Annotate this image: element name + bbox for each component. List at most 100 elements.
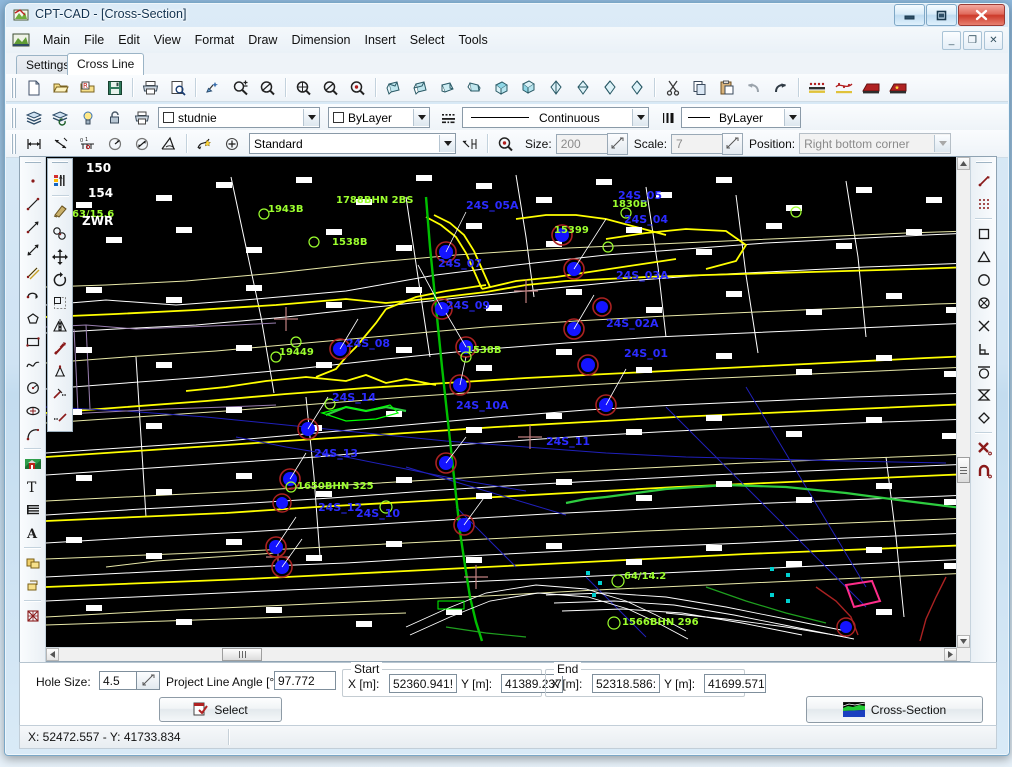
hole-size-spinner[interactable] — [136, 671, 160, 690]
dim-radius-icon[interactable] — [102, 132, 127, 156]
zoom-target-icon[interactable] — [493, 132, 518, 156]
canvas-vertical-scrollbar[interactable] — [956, 157, 970, 648]
scroll-right-arrow[interactable] — [944, 648, 957, 661]
tab-cross-line[interactable]: Cross Line — [67, 53, 145, 75]
view-iso-1-icon[interactable] — [543, 76, 568, 100]
layer-combobox[interactable]: studnie — [158, 107, 320, 128]
dim-aligned-icon[interactable] — [48, 132, 73, 156]
osnap-diamond-icon[interactable] — [972, 406, 995, 429]
end-y-input[interactable]: 41699.571! — [704, 674, 766, 693]
mirror-icon[interactable] — [49, 314, 72, 337]
maximize-button[interactable] — [926, 4, 957, 26]
copy-object-icon[interactable] — [49, 222, 72, 245]
ray-icon[interactable] — [21, 215, 44, 238]
canvas-horizontal-scrollbar[interactable] — [46, 647, 957, 661]
copy-icon[interactable] — [687, 76, 712, 100]
menu-item-select[interactable]: Select — [403, 30, 452, 50]
start-x-input[interactable]: 52360.941! — [389, 674, 457, 693]
save-icon[interactable] — [102, 76, 127, 100]
scroll-thumb[interactable] — [222, 648, 262, 661]
lightbulb-icon[interactable] — [75, 106, 100, 130]
point-icon[interactable] — [21, 169, 44, 192]
menu-item-file[interactable]: File — [77, 30, 111, 50]
region-icon[interactable] — [21, 604, 44, 627]
hatch-icon[interactable] — [21, 452, 44, 475]
dimension-style-combobox[interactable]: Standard — [249, 133, 456, 154]
select-button[interactable]: Select — [159, 697, 282, 722]
osnap-nearest-icon[interactable] — [972, 459, 995, 482]
toolbar-grip[interactable] — [52, 160, 68, 166]
zoom-realtime-icon[interactable] — [345, 76, 370, 100]
menu-item-draw[interactable]: Draw — [241, 30, 284, 50]
dim-update-icon[interactable] — [457, 132, 482, 156]
dim-diameter-icon[interactable] — [129, 132, 154, 156]
arc-icon[interactable] — [21, 422, 44, 445]
erase-icon[interactable] — [49, 199, 72, 222]
menu-item-dimension[interactable]: Dimension — [284, 30, 357, 50]
chevron-down-icon[interactable] — [632, 109, 648, 126]
minimize-button[interactable] — [894, 4, 925, 26]
block-icon[interactable] — [21, 551, 44, 574]
view-iso-4-icon[interactable] — [624, 76, 649, 100]
cad-drawing[interactable]: 63/15.6 1943B 1788BHN 2BS 1830B 15399 15… — [46, 157, 957, 648]
close-button[interactable] — [958, 4, 1005, 26]
profile-curve-icon[interactable] — [831, 76, 856, 100]
size-spinner[interactable] — [606, 132, 628, 155]
dim-angular-icon[interactable] — [156, 132, 181, 156]
scale-input[interactable]: 7 — [671, 133, 724, 154]
cad-canvas[interactable]: 63/15.6 1943B 1788BHN 2BS 1830B 15399 15… — [46, 157, 970, 661]
rotate-icon[interactable] — [49, 268, 72, 291]
linetype-combobox[interactable]: Continuous — [462, 107, 649, 128]
size-input[interactable]: 200 — [555, 133, 608, 154]
snap-grid-icon[interactable] — [972, 192, 995, 215]
view-3d-nw-icon[interactable] — [462, 76, 487, 100]
chevron-down-icon[interactable] — [784, 109, 800, 126]
chevron-down-icon[interactable] — [303, 109, 319, 126]
unlock-icon[interactable] — [102, 106, 127, 130]
cut-icon[interactable] — [660, 76, 685, 100]
color-combobox[interactable]: ByLayer — [328, 107, 430, 128]
scroll-up-arrow[interactable] — [957, 157, 970, 170]
insert-block-icon[interactable] — [21, 574, 44, 597]
zoom-previous-icon[interactable] — [318, 76, 343, 100]
lineweight-icon[interactable] — [655, 106, 680, 130]
scroll-left-arrow[interactable] — [46, 648, 59, 661]
view-3d-top-icon[interactable] — [489, 76, 514, 100]
scroll-thumb[interactable] — [957, 457, 970, 483]
dim-tolerance-icon[interactable] — [219, 132, 244, 156]
plot-icon[interactable] — [129, 106, 154, 130]
toolbar-grip[interactable] — [24, 160, 41, 166]
end-x-input[interactable]: 52318.586: — [592, 674, 660, 693]
profile-points-icon[interactable] — [804, 76, 829, 100]
view-3d-bottom-icon[interactable] — [516, 76, 541, 100]
scroll-down-arrow[interactable] — [957, 635, 970, 648]
print-icon[interactable] — [138, 76, 163, 100]
undo-icon[interactable] — [741, 76, 766, 100]
view-iso-3-icon[interactable] — [597, 76, 622, 100]
line-icon[interactable] — [21, 192, 44, 215]
text-style-icon[interactable]: A — [21, 521, 44, 544]
chevron-down-icon[interactable] — [439, 135, 455, 152]
text-icon[interactable]: T — [21, 475, 44, 498]
rectangle-icon[interactable] — [21, 330, 44, 353]
menu-item-format[interactable]: Format — [188, 30, 242, 50]
menu-item-view[interactable]: View — [147, 30, 188, 50]
extend-icon[interactable] — [49, 406, 72, 429]
mdi-minimize-button[interactable]: _ — [942, 31, 961, 50]
spline-icon[interactable] — [21, 353, 44, 376]
print-preview-icon[interactable] — [165, 76, 190, 100]
cross-section-button[interactable]: Cross-Section — [806, 696, 983, 723]
osnap-square-icon[interactable] — [972, 222, 995, 245]
zoom-out-icon[interactable] — [255, 76, 280, 100]
osnap-tangent-icon[interactable] — [972, 360, 995, 383]
array-icon[interactable] — [49, 360, 72, 383]
chevron-down-icon[interactable] — [413, 109, 429, 126]
zoom-window-icon[interactable] — [228, 76, 253, 100]
layers-icon[interactable] — [21, 106, 46, 130]
view-3d-se-icon[interactable] — [381, 76, 406, 100]
osnap-none-icon[interactable] — [972, 436, 995, 459]
menu-item-edit[interactable]: Edit — [111, 30, 147, 50]
osnap-intersection-icon[interactable] — [972, 314, 995, 337]
stretch-icon[interactable] — [49, 337, 72, 360]
xline-icon[interactable] — [21, 238, 44, 261]
